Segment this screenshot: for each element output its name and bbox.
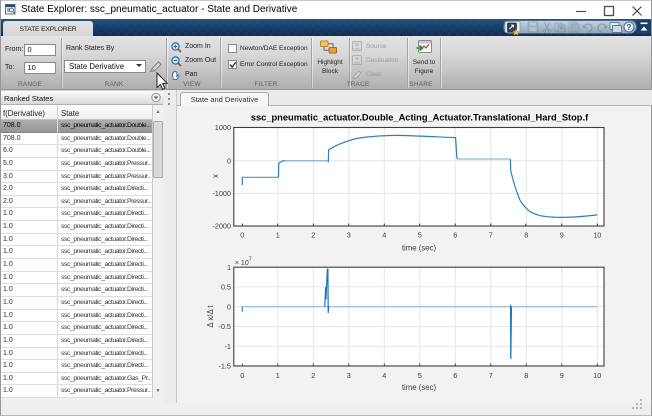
svg-text:?: ? (627, 23, 632, 32)
